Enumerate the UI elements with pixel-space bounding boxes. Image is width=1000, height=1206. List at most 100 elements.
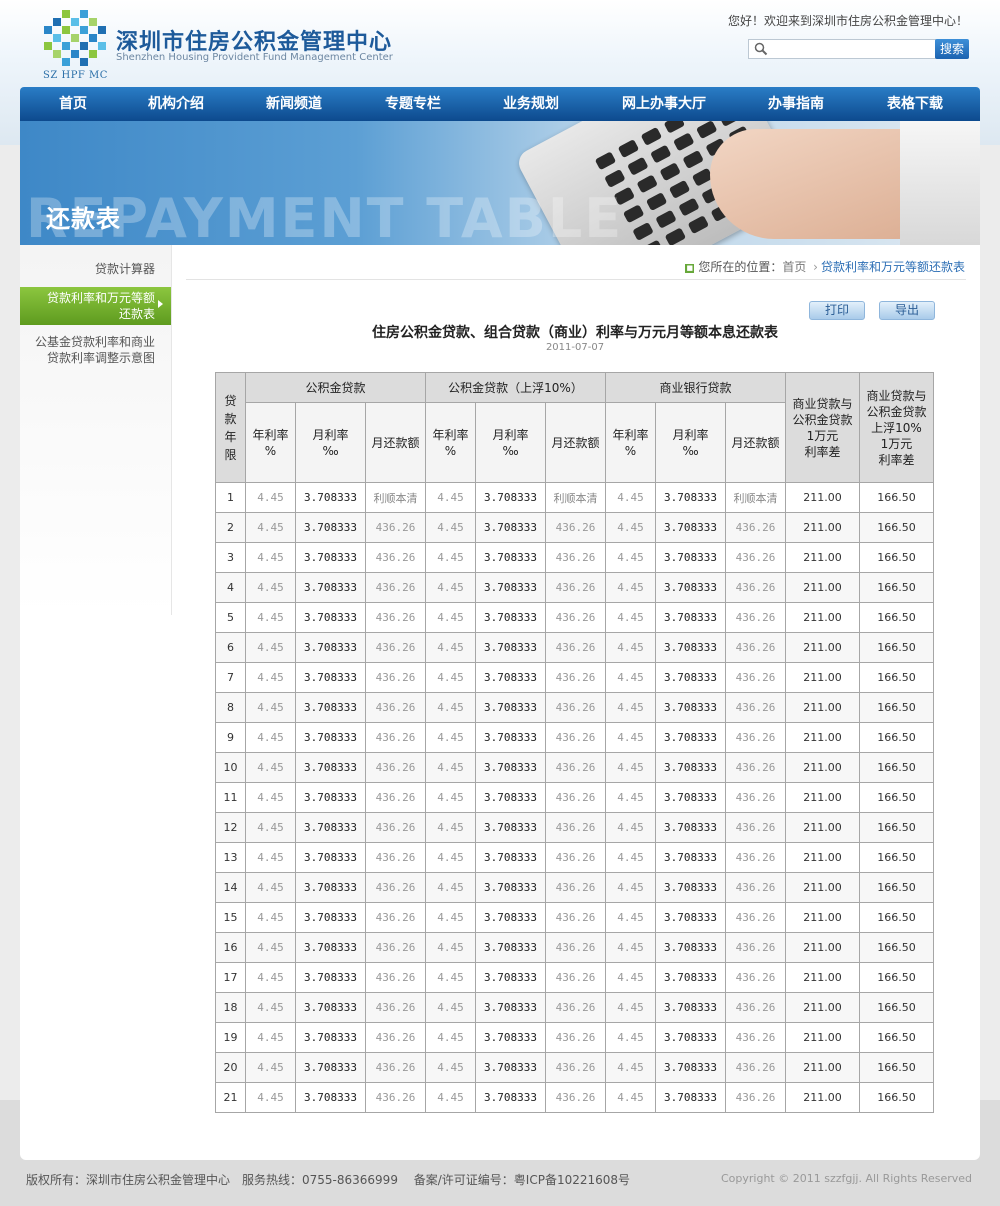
table-cell: 436.26	[545, 1022, 606, 1053]
table-cell: 166.50	[859, 692, 934, 723]
logo-tile	[53, 18, 61, 26]
table-cell: 436.26	[545, 542, 606, 573]
sidebar-item-label: 贷款计算器	[94, 262, 155, 276]
table-cell: 4.45	[245, 602, 296, 633]
table-cell: 4.45	[425, 662, 476, 693]
table-cell: 436.26	[545, 692, 606, 723]
page-banner: REPAYMENT TABLE 还款表	[20, 121, 980, 245]
header-diff-2: 商业贷款与 公积金贷款 上浮10% 1万元 利率差	[859, 372, 934, 483]
nav-item-news[interactable]: 新闻频道	[256, 87, 332, 121]
table-cell: 3.708333	[655, 632, 726, 663]
table-cell: 4.45	[245, 782, 296, 813]
nav-item-forms[interactable]: 表格下载	[877, 87, 953, 121]
table-row: 13 4.45 3.708333 436.26 4.45 3.708333 436.26 4.…	[215, 842, 934, 873]
table-row: 16 4.45 3.708333 436.26 4.45 3.708333 436.26 4.…	[215, 932, 934, 963]
table-cell: 3.708333	[655, 872, 726, 903]
sidebar-item-rate-chart[interactable]: 公基金贷款利率和商业 贷款利率调整示意图	[20, 334, 171, 366]
table-cell: 4.45	[245, 872, 296, 903]
arrow-right-icon	[158, 300, 163, 308]
nav-item-home[interactable]: 首页	[38, 87, 108, 121]
table-cell: 12	[215, 812, 246, 843]
table-cell: 4.45	[425, 782, 476, 813]
calculator-key	[604, 168, 626, 188]
search-box	[748, 39, 936, 59]
logo-tile	[98, 42, 106, 50]
welcome-message: 您好！欢迎来到深圳市住房公积金管理中心！	[727, 14, 968, 28]
table-cell: 436.26	[545, 752, 606, 783]
table-cell: 436.26	[725, 872, 786, 903]
table-cell: 436.26	[725, 932, 786, 963]
nav-item-online-hall[interactable]: 网上办事大厅	[614, 87, 714, 121]
table-cell: 166.50	[859, 482, 934, 513]
table-cell: 4.45	[425, 482, 476, 513]
table-cell: 211.00	[785, 722, 860, 753]
nav-item-topics[interactable]: 专题专栏	[375, 87, 451, 121]
table-row: 11 4.45 3.708333 436.26 4.45 3.708333 436.26 4.…	[215, 782, 934, 813]
table-cell: 3.708333	[295, 902, 366, 933]
table-cell: 4.45	[245, 632, 296, 663]
table-cell: 211.00	[785, 572, 860, 603]
table-cell: 436.26	[365, 962, 426, 993]
print-button[interactable]: 打印	[809, 301, 865, 320]
table-cell: 436.26	[725, 1082, 786, 1113]
table-cell: 7	[215, 662, 246, 693]
sidebar-item-rate-table[interactable]: 贷款利率和万元等额 还款表	[20, 287, 171, 325]
table-cell: 3	[215, 542, 246, 573]
table-cell: 5	[215, 602, 246, 633]
table-cell: 3.708333	[475, 602, 546, 633]
table-cell: 3.708333	[295, 512, 366, 543]
table-cell: 436.26	[545, 632, 606, 663]
table-cell: 4.45	[425, 1022, 476, 1053]
table-cell: 166.50	[859, 752, 934, 783]
nav-item-planning[interactable]: 业务规划	[493, 87, 569, 121]
breadcrumb-current[interactable]: 贷款利率和万元等额还款表	[821, 260, 965, 274]
table-cell: 3.708333	[655, 992, 726, 1023]
table-cell: 4.45	[245, 722, 296, 753]
table-cell: 436.26	[365, 992, 426, 1023]
breadcrumb-prefix: 您所在的位置：	[698, 260, 783, 274]
nav-item-guide[interactable]: 办事指南	[758, 87, 834, 121]
table-cell: 3.708333	[655, 1022, 726, 1053]
table-cell: 436.26	[545, 992, 606, 1023]
table-cell: 3.708333	[295, 1052, 366, 1083]
calculator-key	[682, 149, 704, 170]
table-cell: 436.26	[545, 872, 606, 903]
calculator-key	[640, 126, 663, 146]
table-cell: 436.26	[365, 1052, 426, 1083]
table-cell: 3.708333	[655, 692, 726, 723]
table-cell: 166.50	[859, 1082, 934, 1113]
table-cell: 211.00	[785, 512, 860, 543]
table-cell: 436.26	[725, 602, 786, 633]
table-cell: 3.708333	[475, 662, 546, 693]
breadcrumb-home[interactable]: 首页	[782, 260, 806, 274]
subheader-fund-monthly-payment: 月还款额	[365, 402, 426, 483]
subheader-fund-float-monthly-rate: 月利率 ‰	[475, 402, 546, 483]
search-button[interactable]: 搜索	[935, 39, 969, 59]
table-cell: 436.26	[365, 542, 426, 573]
logo-tile	[53, 50, 61, 58]
table-cell: 3.708333	[475, 1082, 546, 1113]
table-cell: 3.708333	[475, 902, 546, 933]
table-cell: 436.26	[545, 902, 606, 933]
logo-tile	[53, 34, 61, 42]
table-cell: 3.708333	[475, 542, 546, 573]
table-cell: 3.708333	[475, 692, 546, 723]
table-cell: 3.708333	[655, 512, 726, 543]
table-cell: 4.45	[425, 1082, 476, 1113]
subheader-fund-annual-rate: 年利率%	[245, 402, 296, 483]
sidebar-item-calculator[interactable]: 贷款计算器	[20, 261, 171, 277]
table-cell: 21	[215, 1082, 246, 1113]
nav-item-about[interactable]: 机构介绍	[138, 87, 214, 121]
search-input[interactable]	[773, 42, 935, 58]
table-cell: 3.708333	[295, 1022, 366, 1053]
calculator-key	[663, 121, 686, 134]
table-row: 10 4.45 3.708333 436.26 4.45 3.708333 436.26 4.…	[215, 752, 934, 783]
table-cell: 436.26	[365, 752, 426, 783]
table-cell: 211.00	[785, 752, 860, 783]
calculator-key	[678, 197, 700, 217]
table-cell: 436.26	[365, 1082, 426, 1113]
table-cell: 3.708333	[475, 632, 546, 663]
export-button[interactable]: 导出	[879, 301, 935, 320]
table-cell: 211.00	[785, 662, 860, 693]
table-cell: 3.708333	[655, 722, 726, 753]
